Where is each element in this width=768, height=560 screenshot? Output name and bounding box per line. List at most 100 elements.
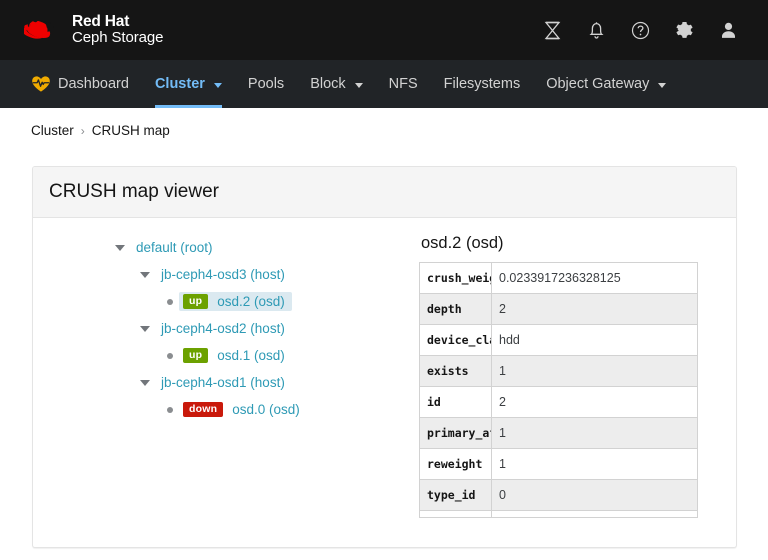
attr-value-exists: 1 [491, 355, 698, 387]
chevron-down-icon [354, 82, 363, 88]
tree-label-osd-0[interactable]: osd.0 (osd) [229, 401, 303, 418]
nav-label-filesystems: Filesystems [443, 76, 521, 92]
status-badge-up: up [183, 347, 209, 364]
user-avatar-icon[interactable] [706, 8, 750, 52]
bullet-dot-icon [161, 406, 179, 413]
notifications-bell-icon[interactable] [574, 8, 618, 52]
card-title: CRUSH map viewer [33, 167, 736, 218]
table-row: primary_affinity 1 [419, 417, 698, 449]
heartbeat-icon [32, 76, 50, 92]
content-area: CRUSH map viewer default (root) jb-ceph4… [0, 153, 768, 548]
attr-key-id: id [419, 386, 492, 418]
bullet-dot-icon [161, 352, 179, 359]
attr-key-type-id: type_id [419, 479, 492, 511]
breadcrumb: Cluster › CRUSH map [0, 108, 768, 153]
nav-item-dashboard[interactable]: Dashboard [18, 60, 142, 108]
topbar-icon-group [530, 8, 750, 52]
tree-node-osd-2[interactable]: up osd.2 (osd) [179, 292, 292, 311]
tree-row-osd-2[interactable]: up osd.2 (osd) [33, 288, 403, 315]
tasks-hourglass-icon[interactable] [530, 8, 574, 52]
breadcrumb-item-cluster[interactable]: Cluster [31, 123, 74, 138]
status-badge-down: down [183, 401, 224, 418]
nav-label-nfs: NFS [388, 76, 418, 92]
table-row: type_id 0 [419, 479, 698, 511]
nav-label-dashboard: Dashboard [58, 76, 129, 92]
red-hat-fedora-icon [24, 20, 54, 39]
crush-tree: default (root) jb-ceph4-osd3 (host) up o… [33, 234, 415, 547]
bullet-dot-icon [161, 298, 179, 305]
breadcrumb-item-crush-map: CRUSH map [91, 123, 170, 138]
nav-label-object-gateway: Object Gateway [546, 76, 650, 92]
brand-text: Red Hat Ceph Storage [72, 12, 164, 47]
chevron-down-icon [213, 82, 222, 88]
detail-title: osd.2 (osd) [421, 234, 504, 252]
table-row: crush_weight 0.0233917236328125 [419, 262, 698, 294]
triangle-down-icon[interactable] [136, 379, 154, 386]
tree-node-default-root[interactable]: default (root) [129, 238, 220, 257]
attr-key-crush-weight: crush_weight [419, 262, 492, 294]
tree-label-jb-ceph4-osd1[interactable]: jb-ceph4-osd1 (host) [158, 374, 288, 391]
attr-value-id: 2 [491, 386, 698, 418]
attr-value-primary-affinity: 1 [491, 417, 698, 449]
tree-node-jb-ceph4-osd1[interactable]: jb-ceph4-osd1 (host) [154, 373, 292, 392]
card-body: default (root) jb-ceph4-osd3 (host) up o… [33, 218, 736, 547]
triangle-down-icon[interactable] [111, 244, 129, 251]
attr-key-primary-affinity: primary_affinity [419, 417, 492, 449]
tree-node-jb-ceph4-osd3[interactable]: jb-ceph4-osd3 (host) [154, 265, 292, 284]
attr-value-device-class: hdd [491, 324, 698, 356]
attr-key-reweight: reweight [419, 448, 492, 480]
tree-label-osd-2[interactable]: osd.2 (osd) [214, 293, 288, 310]
triangle-down-icon[interactable] [136, 325, 154, 332]
table-row: id 2 [419, 386, 698, 418]
nav-label-pools: Pools [247, 76, 285, 92]
tree-label-default-root[interactable]: default (root) [133, 239, 216, 256]
attr-value-type-id: 0 [491, 479, 698, 511]
chevron-down-icon [658, 82, 667, 88]
table-cell-overflow-value [491, 510, 698, 518]
nav-item-block[interactable]: Block [297, 60, 375, 108]
attr-value-reweight: 1 [491, 448, 698, 480]
attr-key-device-class: device_class [419, 324, 492, 356]
tree-row-osd-1[interactable]: up osd.1 (osd) [33, 342, 403, 369]
triangle-down-icon[interactable] [136, 271, 154, 278]
top-bar: Red Hat Ceph Storage [0, 0, 768, 60]
brand-logo[interactable]: Red Hat Ceph Storage [24, 12, 164, 47]
tree-row-jb-ceph4-osd3[interactable]: jb-ceph4-osd3 (host) [33, 261, 403, 288]
tree-label-osd-1[interactable]: osd.1 (osd) [214, 347, 288, 364]
table-row: reweight 1 [419, 448, 698, 480]
attr-value-crush-weight: 0.0233917236328125 [491, 262, 698, 294]
attr-value-depth: 2 [491, 293, 698, 325]
table-row: exists 1 [419, 355, 698, 387]
status-badge-up: up [183, 293, 209, 310]
brand-line-1: Red Hat [72, 12, 130, 30]
nav-item-filesystems[interactable]: Filesystems [431, 60, 534, 108]
tree-label-jb-ceph4-osd3[interactable]: jb-ceph4-osd3 (host) [158, 266, 288, 283]
tree-row-default-root[interactable]: default (root) [33, 234, 403, 261]
nav-item-pools[interactable]: Pools [235, 60, 297, 108]
attr-key-exists: exists [419, 355, 492, 387]
table-row-overflow [419, 510, 698, 518]
nav-label-cluster: Cluster [154, 76, 205, 92]
tree-node-osd-0[interactable]: down osd.0 (osd) [179, 400, 307, 419]
table-row: depth 2 [419, 293, 698, 325]
nav-label-block: Block [310, 76, 346, 92]
gear-icon[interactable] [662, 8, 706, 52]
breadcrumb-separator-icon: › [80, 123, 85, 138]
tree-node-jb-ceph4-osd2[interactable]: jb-ceph4-osd2 (host) [154, 319, 292, 338]
table-cell-overflow-key [419, 510, 492, 518]
crush-map-viewer-card: CRUSH map viewer default (root) jb-ceph4… [32, 166, 737, 548]
brand-line-2: Ceph Storage [72, 29, 164, 47]
tree-row-jb-ceph4-osd1[interactable]: jb-ceph4-osd1 (host) [33, 369, 403, 396]
tree-node-osd-1[interactable]: up osd.1 (osd) [179, 346, 292, 365]
attr-key-depth: depth [419, 293, 492, 325]
nav-item-cluster[interactable]: Cluster [142, 60, 235, 108]
table-row: device_class hdd [419, 324, 698, 356]
main-navigation: Dashboard Cluster Pools Block NFS Filesy… [0, 60, 768, 108]
tree-row-jb-ceph4-osd2[interactable]: jb-ceph4-osd2 (host) [33, 315, 403, 342]
nav-item-object-gateway[interactable]: Object Gateway [533, 60, 679, 108]
tree-label-jb-ceph4-osd2[interactable]: jb-ceph4-osd2 (host) [158, 320, 288, 337]
help-circle-icon[interactable] [618, 8, 662, 52]
nav-item-nfs[interactable]: NFS [376, 60, 431, 108]
node-attributes-table: crush_weight 0.0233917236328125 depth 2 … [419, 262, 698, 518]
tree-row-osd-0[interactable]: down osd.0 (osd) [33, 396, 403, 423]
